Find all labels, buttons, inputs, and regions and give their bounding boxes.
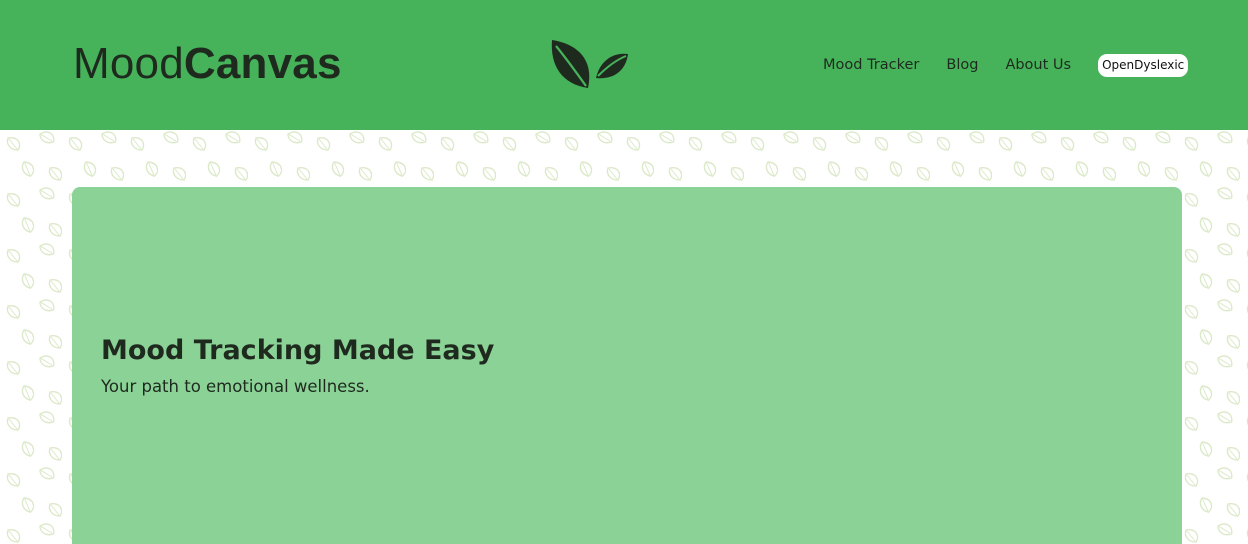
hero-subtitle: Your path to emotional wellness. [101, 377, 370, 396]
two-leaves-icon [551, 40, 628, 88]
site-header: MoodCanvas Mood Tracker Blog About Us Op… [0, 0, 1248, 130]
brand-logo-text[interactable]: MoodCanvas [73, 38, 342, 90]
main-nav: Mood Tracker Blog About Us OpenDyslexic [823, 52, 1189, 78]
hero-title-rest: Tracking Made Easy [184, 335, 495, 366]
brand-name-bold: Canvas [183, 39, 342, 88]
opendyslexic-toggle-button[interactable]: OpenDyslexic [1098, 53, 1189, 77]
nav-about-us[interactable]: About Us [1005, 57, 1071, 73]
nav-blog[interactable]: Blog [946, 57, 978, 73]
nav-mood-tracker[interactable]: Mood Tracker [823, 57, 919, 73]
hero-title: Mood Tracking Made Easy [101, 333, 494, 369]
hero-banner: Mood Tracking Made Easy Your path to emo… [72, 187, 1182, 544]
brand-name-light: Mood [73, 39, 184, 88]
hero-title-bold: Mood [101, 335, 185, 366]
